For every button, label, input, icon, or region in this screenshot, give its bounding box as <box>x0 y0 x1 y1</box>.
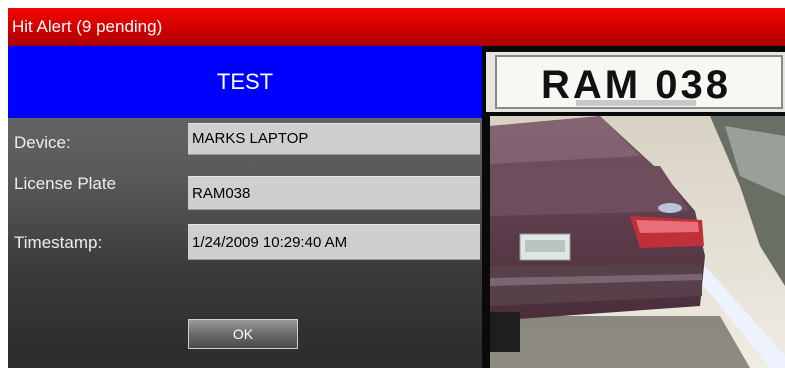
vehicle-photo-graphic <box>490 116 785 368</box>
alert-banner-text: TEST <box>216 69 274 94</box>
device-label: Device: <box>14 133 71 152</box>
timestamp-value: 1/24/2009 10:29:40 AM <box>188 224 480 260</box>
timestamp-label: Timestamp: <box>14 233 103 252</box>
hit-alert-window: Hit Alert (9 pending) TEST Device: MARKS… <box>8 8 785 368</box>
device-value: MARKS LAPTOP <box>188 123 480 155</box>
alert-banner: TEST <box>8 46 482 118</box>
vehicle-photo <box>490 116 785 368</box>
ok-button-label: OK <box>232 326 254 342</box>
window-titlebar[interactable]: Hit Alert (9 pending) <box>8 8 785 46</box>
plate-crop-image: RAM 038 <box>486 52 785 112</box>
license-plate-value: RAM038 <box>188 176 480 210</box>
alert-details-panel: TEST Device: MARKS LAPTOP License Plate … <box>8 46 482 368</box>
ok-button[interactable]: OK <box>188 319 298 349</box>
license-plate-label: License Plate <box>14 174 117 193</box>
capture-images-panel: RAM 038 <box>482 46 785 368</box>
plate-crop-graphic: RAM 038 <box>486 52 785 112</box>
window-title: Hit Alert (9 pending) <box>12 17 163 36</box>
